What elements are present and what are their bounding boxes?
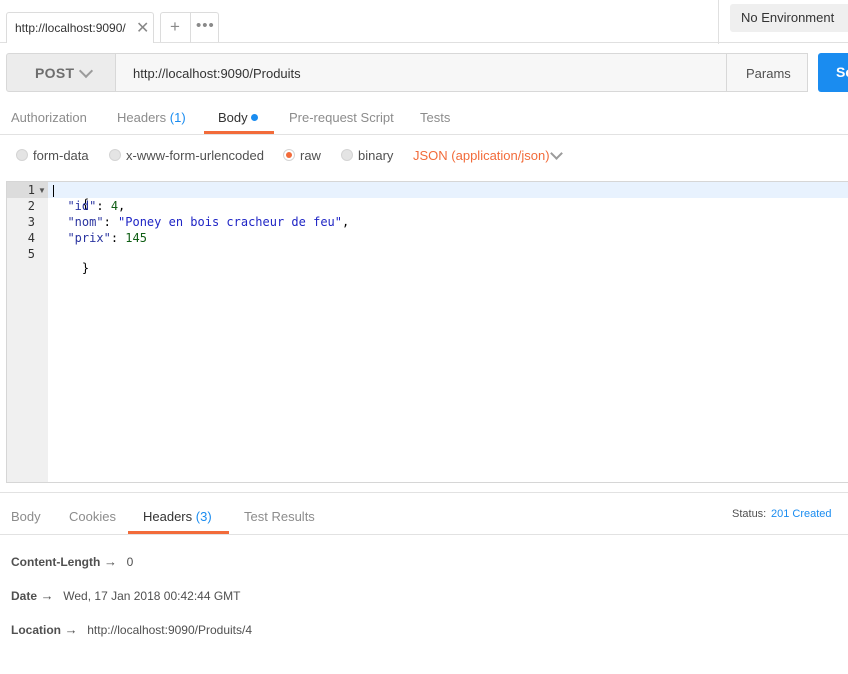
json-value: 4 <box>110 199 119 213</box>
line-number: 1 <box>27 183 35 197</box>
line-number: 3 <box>27 215 35 229</box>
response-tab-cookies[interactable]: Cookies <box>69 509 116 524</box>
status-value[interactable]: 201 Created <box>771 508 832 520</box>
method-select[interactable]: POST <box>6 53 116 92</box>
response-header-key: Content-Length <box>11 555 101 569</box>
response-header-row: Date → Wed, 17 Jan 2018 00:42:44 GMT <box>11 588 241 603</box>
status-label: Status: <box>732 508 767 520</box>
response-header-value: Wed, 17 Jan 2018 00:42:44 GMT <box>63 589 241 603</box>
send-button[interactable]: Se <box>818 53 848 92</box>
method-label: POST <box>35 65 75 81</box>
response-header-row: Content-Length → 0 <box>11 554 133 569</box>
code-brace: } <box>81 261 90 275</box>
environment-divider <box>718 0 719 44</box>
radio-form-data-label[interactable]: form-data <box>33 148 89 163</box>
response-tab-test-results-label: Test Results <box>244 509 315 524</box>
tab-authorization[interactable]: Authorization <box>11 110 87 125</box>
radio-x-www-form-urlencoded-label[interactable]: x-www-form-urlencoded <box>126 148 264 163</box>
tab-headers[interactable]: Headers (1) <box>117 110 186 125</box>
send-label: Se <box>836 64 848 80</box>
tab-headers-count: (1) <box>169 110 186 125</box>
tab-pre-request-script[interactable]: Pre-request Script <box>289 110 394 125</box>
text-cursor <box>53 185 54 197</box>
body-modified-dot-icon <box>251 114 258 121</box>
close-icon[interactable]: ✕ <box>136 18 149 38</box>
more-icon[interactable]: ••• <box>196 17 215 34</box>
radio-raw[interactable] <box>283 149 295 161</box>
tab-tests[interactable]: Tests <box>420 110 450 125</box>
tab-authorization-label: Authorization <box>11 110 87 125</box>
response-header-value: 0 <box>126 555 134 569</box>
url-input[interactable]: http://localhost:9090/Produits <box>116 53 727 92</box>
chevron-down-icon <box>78 63 94 79</box>
radio-form-data[interactable] <box>16 149 28 161</box>
response-header-row: Location → http://localhost:9090/Produit… <box>11 622 252 637</box>
code-line: "nom": "Poney en bois cracheur de feu", <box>53 215 349 229</box>
code-line: "id": 4, <box>53 199 125 213</box>
arrow-right-icon: → <box>40 588 54 603</box>
code-line: "prix": 145 <box>53 231 147 245</box>
tab-pre-request-script-label: Pre-request Script <box>289 110 394 125</box>
response-tab-body-label: Body <box>11 509 41 524</box>
environment-select[interactable]: No Environment <box>730 4 848 32</box>
arrow-right-icon: → <box>64 622 78 637</box>
arrow-right-icon: → <box>103 554 117 569</box>
response-tab-headers-count: (3) <box>195 509 212 524</box>
request-tabs-divider <box>0 134 848 135</box>
json-sep: : <box>103 215 119 229</box>
content-type-select[interactable]: JSON (application/json) <box>413 148 550 163</box>
tab-tests-label: Tests <box>420 110 451 125</box>
response-tab-headers-label: Headers <box>143 509 193 524</box>
tab-body[interactable]: Body <box>218 110 248 125</box>
params-label: Params <box>746 66 791 81</box>
json-value: 145 <box>125 231 147 245</box>
line-number: 5 <box>27 247 35 261</box>
radio-binary-label[interactable]: binary <box>358 148 393 163</box>
response-header-value: http://localhost:9090/Produits/4 <box>87 623 253 637</box>
json-trail: , <box>118 199 126 213</box>
response-tab-cookies-label: Cookies <box>69 509 116 524</box>
environment-label: No Environment <box>741 10 835 25</box>
json-key: "nom" <box>67 215 104 229</box>
line-number: 4 <box>27 231 35 245</box>
response-header-key: Date <box>11 589 38 603</box>
active-line-highlight <box>48 182 848 198</box>
response-divider <box>0 534 848 535</box>
radio-binary[interactable] <box>341 149 353 161</box>
line-number: 2 <box>27 199 35 213</box>
json-trail: , <box>342 215 350 229</box>
response-header-key: Location <box>11 623 61 637</box>
tab-headers-label: Headers <box>117 110 167 125</box>
response-tab-headers[interactable]: Headers (3) <box>143 509 212 524</box>
request-tab-label: http://localhost:9090/ <box>15 21 126 35</box>
tab-actions-separator <box>190 13 191 43</box>
json-value: "Poney en bois cracheur de feu" <box>118 215 342 229</box>
tab-actions: + ••• <box>160 12 219 43</box>
code-line: } <box>53 247 89 289</box>
fold-arrow-icon[interactable]: ▼ <box>38 186 46 195</box>
response-tab-test-results[interactable]: Test Results <box>244 509 315 524</box>
chevron-down-icon[interactable] <box>550 147 563 160</box>
radio-raw-label[interactable]: raw <box>300 148 321 163</box>
tab-body-label: Body <box>218 110 248 125</box>
json-key: "id" <box>67 199 97 213</box>
radio-x-www-form-urlencoded[interactable] <box>109 149 121 161</box>
json-sep: : <box>110 231 126 245</box>
response-tab-body[interactable]: Body <box>11 509 41 524</box>
add-tab-icon[interactable]: + <box>170 17 180 37</box>
body-editor[interactable]: 1 ▼ 2 3 4 5 { "id": 4, "nom": "Poney en … <box>6 181 848 483</box>
response-divider-top <box>0 492 848 493</box>
json-key: "prix" <box>67 231 111 245</box>
url-text: http://localhost:9090/Produits <box>133 66 301 81</box>
json-sep: : <box>96 199 111 213</box>
request-tab[interactable]: http://localhost:9090/ ✕ <box>6 12 154 43</box>
params-button[interactable]: Params <box>726 53 808 92</box>
